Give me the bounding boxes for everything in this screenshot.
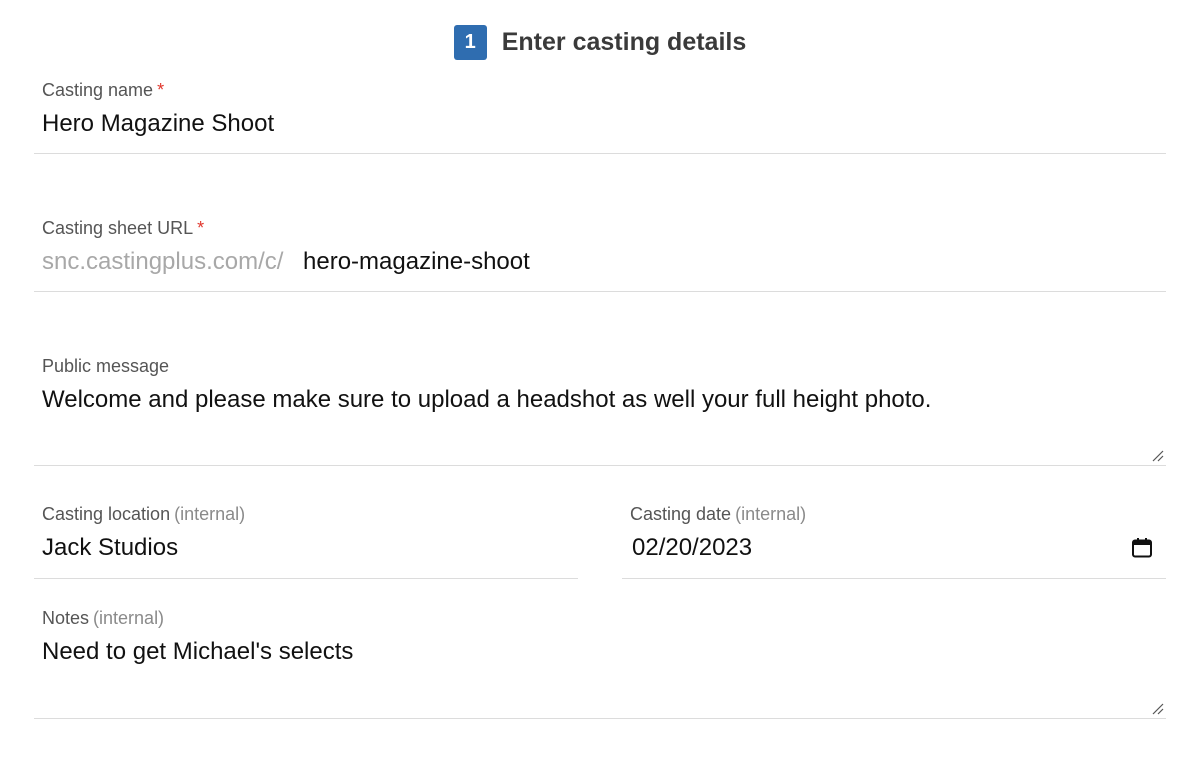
notes-textarea[interactable]: Need to get Michael's selects <box>42 638 353 666</box>
casting-url-label: Casting sheet URL * <box>42 218 205 238</box>
step-number-badge: 1 <box>453 24 487 60</box>
casting-name-label: Casting name * <box>42 80 165 100</box>
notes-field[interactable]: Notes (internal) Need to get Michael's se… <box>34 600 1166 719</box>
public-message-label: Public message <box>42 356 170 376</box>
required-mark: * <box>197 218 205 238</box>
casting-url-field[interactable]: Casting sheet URL * snc.castingplus.com/c… <box>34 210 1166 292</box>
casting-date-label: Casting date (internal) <box>630 504 807 524</box>
casting-date-field[interactable]: Casting date (internal) 02/20/2023 <box>622 496 1166 579</box>
internal-hint: (internal) <box>735 504 807 524</box>
public-message-textarea[interactable]: Welcome and please make sure to upload a… <box>42 386 931 414</box>
step-header: 1 Enter casting details <box>0 24 1200 60</box>
casting-location-field[interactable]: Casting location (internal) Jack Studios <box>34 496 578 579</box>
casting-url-input[interactable]: hero-magazine-shoot <box>303 248 530 276</box>
casting-name-input[interactable]: Hero Magazine Shoot <box>42 110 274 138</box>
internal-hint: (internal) <box>174 504 246 524</box>
casting-name-field[interactable]: Casting name * Hero Magazine Shoot <box>34 72 1166 154</box>
url-prefix: snc.castingplus.com/c/ <box>42 248 284 275</box>
public-message-field[interactable]: Public message Welcome and please make s… <box>34 348 1166 466</box>
notes-label: Notes (internal) <box>42 608 165 628</box>
step-title: Enter casting details <box>501 27 747 56</box>
resize-handle-icon[interactable] <box>1152 450 1164 462</box>
casting-date-input[interactable]: 02/20/2023 <box>632 534 752 562</box>
casting-location-label: Casting location (internal) <box>42 504 246 524</box>
casting-location-input[interactable]: Jack Studios <box>42 534 178 562</box>
resize-handle-icon[interactable] <box>1152 703 1164 715</box>
calendar-icon[interactable] <box>1130 536 1154 560</box>
required-mark: * <box>157 80 165 100</box>
internal-hint: (internal) <box>93 608 165 628</box>
